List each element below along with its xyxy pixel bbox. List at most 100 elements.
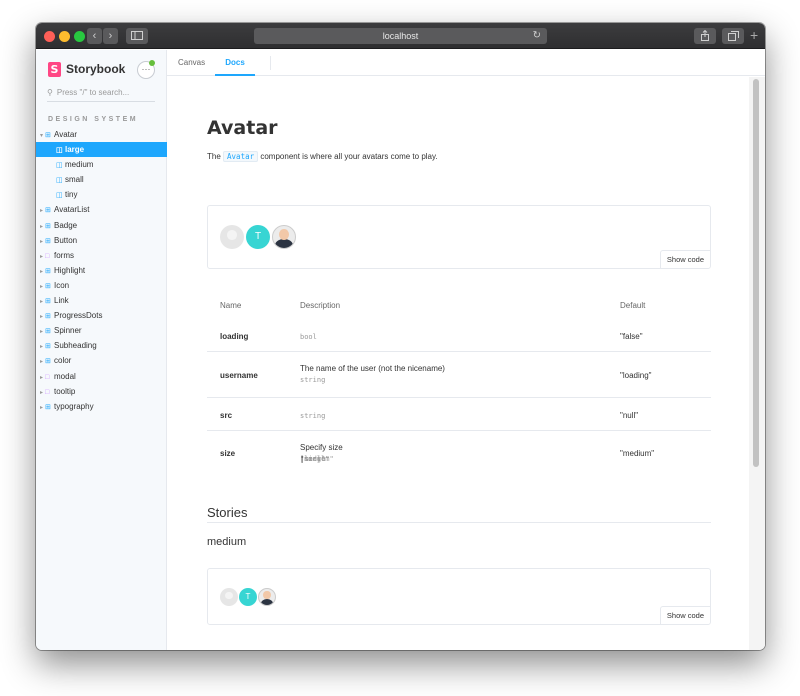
- section-title: DESIGN SYSTEM: [48, 116, 139, 123]
- component-icon: ⊞: [45, 328, 51, 336]
- component-icon: ⊞: [45, 343, 51, 351]
- show-tabs-button[interactable]: [722, 28, 744, 44]
- prop-default: "medium": [620, 449, 655, 458]
- sidebar-item-label: forms: [54, 250, 74, 260]
- title-bar: ‹ › localhost ↻ +: [36, 23, 765, 49]
- back-button[interactable]: ‹: [87, 28, 102, 44]
- sidebar-item-label: modal: [54, 371, 76, 381]
- share-icon: [701, 29, 709, 41]
- stories-heading: Stories: [207, 505, 711, 523]
- sidebar-item-label: color: [54, 356, 72, 366]
- component-icon: ⊞: [45, 282, 51, 290]
- table-row: username The name of the user (not the n…: [207, 352, 711, 398]
- sidebar-item-small[interactable]: ◫ small: [36, 172, 167, 187]
- sidebar-item-large[interactable]: ◫ large: [36, 142, 167, 158]
- sidebar-item-avatarlist[interactable]: ▸ ⊞ AvatarList: [36, 202, 167, 217]
- component-code: Avatar: [223, 151, 259, 162]
- browser-window: ‹ › localhost ↻ + S Storybook ··· ⚲ Press…: [36, 23, 765, 650]
- sidebar-item-spinner[interactable]: ▸ ⊞ Spinner: [36, 323, 167, 338]
- prop-name: size: [220, 449, 236, 458]
- sidebar-item-label: small: [65, 175, 84, 185]
- sidebar-item-label: ProgressDots: [54, 311, 103, 321]
- prop-name: username: [220, 371, 258, 380]
- prop-name: loading: [220, 332, 249, 341]
- folder-icon: □: [45, 252, 50, 260]
- intro-prefix: The: [207, 152, 221, 161]
- sidebar-item-label: tooltip: [54, 386, 76, 396]
- show-code-button[interactable]: Show code: [659, 606, 710, 624]
- story-title-medium: medium: [207, 536, 247, 548]
- sidebar-item-forms[interactable]: ▸ □ forms: [36, 248, 167, 263]
- storybook-logo-icon: S: [48, 61, 61, 77]
- sidebar-item-modal[interactable]: ▸ □ modal: [36, 369, 167, 384]
- url-text: localhost: [382, 31, 419, 41]
- component-icon: ⊞: [45, 222, 51, 230]
- sidebar-item-badge[interactable]: ▸ ⊞ Badge: [36, 218, 167, 233]
- table-row: size Specify size "large" | "medium" | "…: [220, 443, 655, 463]
- sidebar-item-label: Badge: [54, 220, 78, 230]
- sidebar-item-color[interactable]: ▸ ⊞ color: [36, 353, 167, 368]
- component-icon: ⊞: [45, 267, 51, 275]
- prop-type: string: [300, 376, 326, 384]
- sidebar-item-label: Icon: [54, 280, 70, 290]
- share-button[interactable]: [694, 28, 716, 44]
- props-table-header: Name Description Default: [207, 291, 711, 319]
- component-icon: ⊞: [45, 207, 51, 215]
- tab-canvas[interactable]: Canvas: [178, 50, 205, 76]
- prop-default: "null": [620, 411, 639, 420]
- sidebar-item-tooltip[interactable]: ▸ □ tooltip: [36, 384, 167, 399]
- sidebar-item-tiny[interactable]: ◫ tiny: [36, 187, 167, 202]
- forward-button[interactable]: ›: [103, 28, 118, 44]
- plus-icon: +: [750, 27, 759, 43]
- component-icon: ⊞: [45, 237, 51, 245]
- search-placeholder: Press "/" to search...: [56, 88, 130, 97]
- search-input[interactable]: ⚲ Press "/" to search...: [47, 85, 155, 102]
- page-title: Avatar: [207, 117, 278, 139]
- sidebar-item-label: Link: [54, 296, 69, 306]
- sidebar-item-medium[interactable]: ◫ medium: [36, 157, 167, 172]
- storybook-logo[interactable]: S Storybook: [48, 61, 125, 77]
- sidebar-item-avatar[interactable]: ▾ ⊞ Avatar: [36, 127, 167, 142]
- chevron-left-icon: ‹: [92, 30, 97, 42]
- address-bar[interactable]: localhost ↻: [254, 28, 547, 44]
- sidebar-item-subheading[interactable]: ▸ ⊞ Subheading: [36, 338, 167, 353]
- tabs-icon: [727, 31, 739, 41]
- sidebar-item-typography[interactable]: ▸ ⊞ typography: [36, 399, 167, 414]
- minimize-window-button[interactable]: [59, 31, 70, 42]
- panel-tabs: Canvas Docs: [167, 50, 765, 76]
- sidebar-item-label: large: [65, 145, 85, 155]
- table-row: src string "null": [207, 398, 711, 431]
- intro-text: The Avatar component is where all your a…: [207, 151, 438, 162]
- more-icon: ···: [141, 64, 151, 74]
- component-icon: ⊞: [45, 313, 51, 321]
- zoom-window-button[interactable]: [74, 31, 85, 42]
- avatar-initial: T: [246, 225, 270, 249]
- type-option: "tiny": [300, 455, 326, 463]
- prop-default: "false": [620, 332, 643, 341]
- sidebar-item-link[interactable]: ▸ ⊞ Link: [36, 293, 167, 308]
- tab-docs[interactable]: Docs: [215, 50, 255, 76]
- sidebar-item-button[interactable]: ▸ ⊞ Button: [36, 233, 167, 248]
- sidebar-item-label: Highlight: [54, 265, 86, 275]
- story-preview: T Show code: [207, 205, 711, 269]
- table-row: loading bool "false": [207, 319, 711, 352]
- show-code-button[interactable]: Show code: [659, 250, 710, 268]
- close-window-button[interactable]: [44, 31, 55, 42]
- sidebar-item-progressdots[interactable]: ▸ ⊞ ProgressDots: [36, 308, 167, 323]
- sidebar-item-highlight[interactable]: ▸ ⊞ Highlight: [36, 263, 167, 278]
- sidebar-item-label: Spinner: [54, 326, 82, 336]
- reload-icon[interactable]: ↻: [533, 28, 541, 44]
- story-icon: ◫: [56, 147, 63, 155]
- sidebar-toggle-button[interactable]: [126, 28, 148, 44]
- new-tab-button[interactable]: +: [750, 27, 758, 43]
- avatar-placeholder: [220, 588, 238, 606]
- sidebar-item-icon[interactable]: ▸ ⊞ Icon: [36, 278, 167, 293]
- scrollbar-thumb[interactable]: [753, 79, 759, 467]
- story-preview-medium: T Show code: [207, 568, 711, 625]
- avatar-initial: T: [239, 588, 257, 606]
- scrollbar[interactable]: [749, 77, 765, 650]
- sidebar-item-label: Avatar: [54, 130, 77, 139]
- sidebar-item-label: AvatarList: [54, 205, 90, 215]
- component-icon: ⊞: [45, 403, 51, 411]
- props-table: Name Description Default loading bool "f…: [207, 291, 711, 478]
